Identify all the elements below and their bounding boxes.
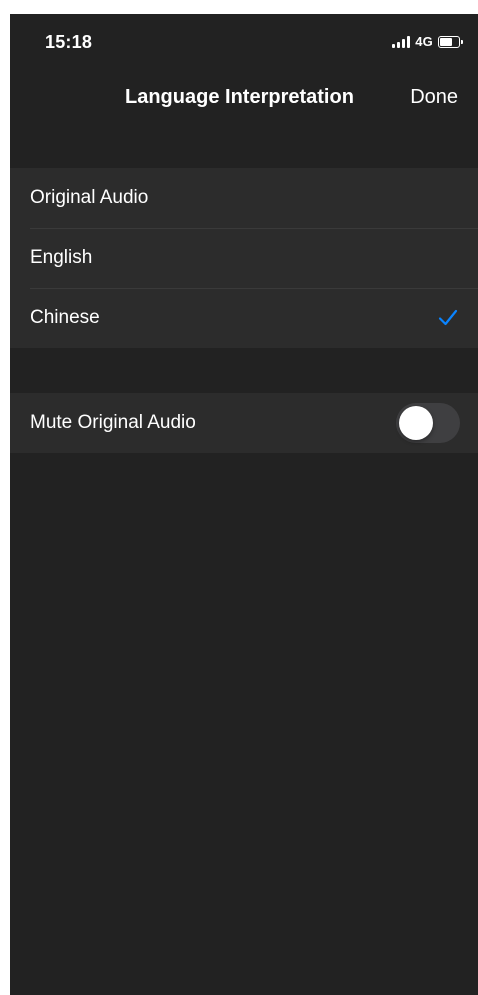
checkmark-icon [438, 309, 458, 326]
language-option-label: Chinese [30, 307, 100, 328]
mute-original-audio-label: Mute Original Audio [30, 412, 196, 433]
language-option-label: Original Audio [30, 187, 149, 208]
language-option-label: English [30, 247, 93, 268]
language-option-chinese[interactable]: Chinese [10, 288, 478, 348]
status-bar: 15:18 4G [10, 14, 478, 58]
language-list: Original Audio English Chinese [10, 168, 478, 348]
status-indicators: 4G [392, 34, 463, 49]
signal-icon [392, 35, 411, 48]
mute-original-audio-toggle[interactable] [396, 403, 460, 443]
app-screen: 15:18 4G Language Interpretation Done Or… [10, 14, 478, 995]
mute-original-audio-row: Mute Original Audio [10, 393, 478, 453]
battery-icon [438, 35, 463, 48]
network-type: 4G [415, 34, 433, 49]
status-time: 15:18 [45, 32, 93, 52]
language-option-original-audio[interactable]: Original Audio [10, 168, 478, 228]
done-button[interactable]: Done [410, 86, 458, 109]
battery-level [440, 37, 452, 46]
language-option-english[interactable]: English [10, 228, 478, 288]
page-title: Language Interpretation [125, 86, 354, 108]
mute-section: Mute Original Audio [10, 393, 478, 453]
toggle-knob [399, 406, 433, 440]
navigation-bar: Language Interpretation Done [10, 74, 478, 122]
